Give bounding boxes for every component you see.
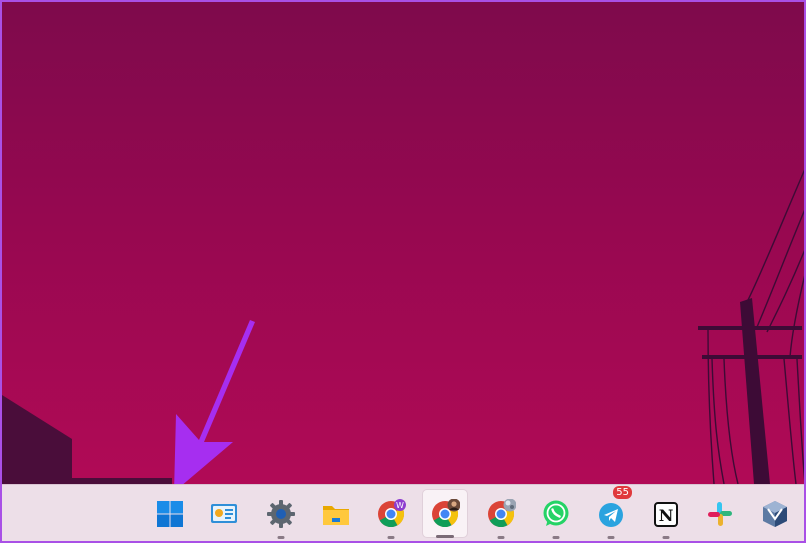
taskbar-start-button[interactable] [147, 489, 193, 538]
taskbar-virtualbox-button[interactable] [752, 489, 798, 538]
chrome-icon: W [378, 498, 406, 527]
running-indicator [552, 536, 560, 539]
whatsapp-icon [543, 500, 569, 526]
taskbar-whatsapp-button[interactable] [533, 489, 579, 539]
widgets-icon [211, 503, 237, 523]
settings-gear-icon [267, 499, 295, 528]
chrome-icon [488, 498, 516, 527]
windows-start-icon [157, 500, 183, 527]
taskbar-slack-button[interactable] [697, 489, 743, 538]
telegram-icon [599, 502, 623, 527]
taskbar-telegram-button[interactable]: 55 [588, 486, 634, 539]
taskbar-chrome-profile-photo-button[interactable] [422, 489, 468, 538]
taskbar-chrome-profile-w-button[interactable]: W [368, 489, 414, 539]
running-indicator [277, 536, 285, 539]
taskbar-widgets-button[interactable] [201, 489, 247, 538]
running-indicator [497, 536, 505, 539]
running-indicator [387, 536, 395, 539]
taskbar-chrome-profile-globe-button[interactable] [478, 489, 524, 539]
unread-count-badge: 55 [613, 486, 632, 499]
folder-icon [323, 505, 349, 525]
slack-icon [708, 501, 732, 526]
notion-letter: N [659, 506, 674, 525]
virtualbox-icon [763, 500, 787, 527]
chrome-profile-letter: W [396, 501, 404, 510]
notion-icon: N [654, 501, 678, 527]
annotation-arrow [174, 320, 255, 492]
taskbar-notion-button[interactable]: N [643, 489, 689, 539]
screenshot-frame: W 55 N [0, 0, 806, 543]
running-indicator [607, 536, 615, 539]
running-indicator [436, 535, 454, 538]
taskbar: W 55 N [2, 484, 804, 541]
taskbar-file-explorer-button[interactable] [313, 489, 359, 538]
chrome-icon [432, 498, 460, 527]
taskbar-settings-button[interactable] [258, 489, 304, 539]
running-indicator [662, 536, 670, 539]
